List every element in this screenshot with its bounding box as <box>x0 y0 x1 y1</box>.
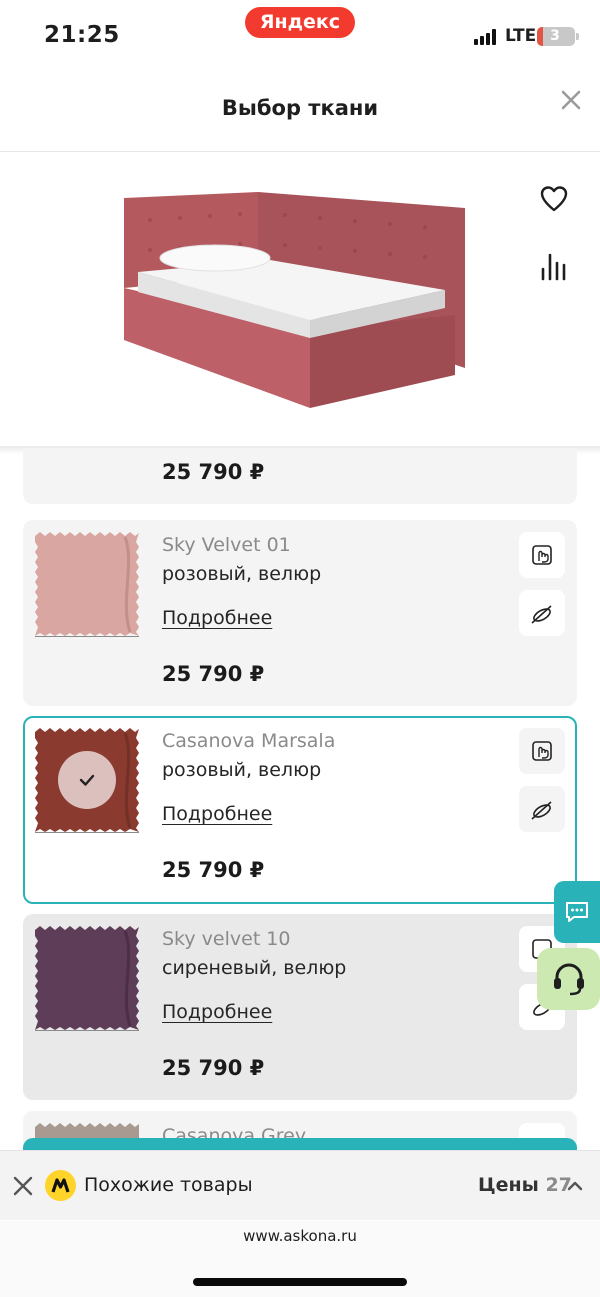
chat-bubble-icon <box>566 902 588 922</box>
close-icon[interactable] <box>12 1175 34 1197</box>
battery-icon: 3 <box>537 27 575 46</box>
prices-label[interactable]: Цены 27 <box>478 1174 572 1196</box>
feather-light-button[interactable] <box>519 590 565 636</box>
fabric-price: 25 790 ₽ <box>162 662 265 686</box>
feather-icon <box>531 801 552 820</box>
support-button[interactable] <box>537 948 600 1010</box>
header-divider <box>0 151 600 152</box>
browser-url-bar[interactable]: www.askona.ru <box>0 1221 600 1297</box>
fabric-card-sky-velvet-10[interactable]: Sky velvet 10 сиреневый, велюр Подробнее… <box>23 914 577 1100</box>
fabric-price: 25 790 ₽ <box>162 858 265 882</box>
close-icon[interactable] <box>556 85 586 115</box>
fabric-list[interactable]: 25 790 ₽ Sky Velvet 01 розовый, велюр По… <box>0 448 600 1148</box>
battery-tip <box>576 33 579 40</box>
fabric-price: 25 790 ₽ <box>162 1056 265 1080</box>
fabric-swatch[interactable] <box>35 926 139 1030</box>
status-time: 21:25 <box>44 22 120 48</box>
compare-chart-icon[interactable] <box>538 251 570 283</box>
headset-icon <box>554 963 584 996</box>
fabric-name: Sky velvet 10 <box>162 928 291 950</box>
bed-product-image <box>124 192 465 408</box>
fabric-swatch[interactable] <box>35 728 139 832</box>
similar-products-bar[interactable]: Похожие товары Цены 27 <box>0 1150 600 1220</box>
hand-touch-icon <box>532 741 552 761</box>
fabric-description: розовый, велюр <box>162 759 322 781</box>
fabric-price: 25 790 ₽ <box>162 460 265 484</box>
yandex-pill[interactable]: Яндекс <box>245 7 355 38</box>
similar-products-label[interactable]: Похожие товары <box>84 1174 253 1196</box>
favorite-heart-icon[interactable] <box>538 183 570 215</box>
page-title: Выбор ткани <box>221 96 379 120</box>
home-indicator[interactable] <box>193 1278 407 1286</box>
hand-touch-icon <box>532 545 552 565</box>
soft-touch-button[interactable] <box>519 728 565 774</box>
network-type: LTE <box>505 26 537 46</box>
details-link[interactable]: Подробнее <box>162 1001 272 1023</box>
prices-text: Цены <box>478 1174 539 1196</box>
feather-icon <box>531 605 552 624</box>
fabric-swatch[interactable] <box>35 532 139 636</box>
soft-touch-button[interactable] <box>519 532 565 578</box>
url-text[interactable]: www.askona.ru <box>0 1227 600 1245</box>
fabric-card-casanova-marsala[interactable]: Casanova Marsala розовый, велюр Подробне… <box>23 716 577 904</box>
fabric-description: розовый, велюр <box>162 563 322 585</box>
chevron-up-icon[interactable] <box>566 1177 584 1195</box>
fabric-card-sky-velvet-01[interactable]: Sky Velvet 01 розовый, велюр Подробнее 2… <box>23 520 577 706</box>
swatch-underline <box>35 1030 139 1031</box>
chat-button[interactable] <box>554 881 600 943</box>
status-bar: 21:25 Яндекс LTE 3 <box>0 0 600 70</box>
fabric-name: Sky Velvet 01 <box>162 534 291 556</box>
yandex-market-logo-icon <box>45 1170 76 1201</box>
swatch-underline <box>35 636 139 637</box>
feather-light-button[interactable] <box>519 786 565 832</box>
details-link[interactable]: Подробнее <box>162 803 272 825</box>
fabric-card[interactable]: 25 790 ₽ <box>23 448 577 504</box>
fabric-name: Casanova Marsala <box>162 730 336 752</box>
fabric-description: сиреневый, велюр <box>162 957 347 979</box>
details-link[interactable]: Подробнее <box>162 607 272 629</box>
battery-level: 3 <box>550 28 560 44</box>
swatch-underline <box>35 832 139 833</box>
signal-icon <box>474 29 500 45</box>
